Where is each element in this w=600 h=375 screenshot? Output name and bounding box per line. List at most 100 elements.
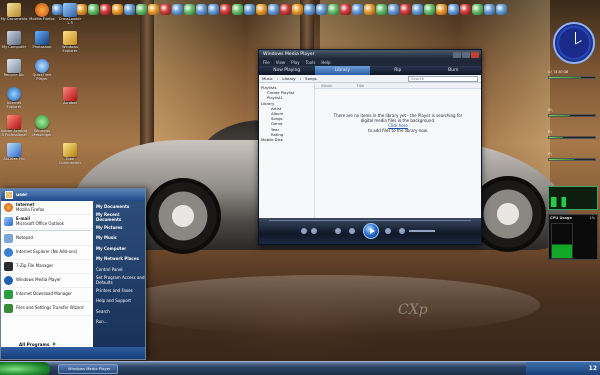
tab-rip[interactable]: Rip [370,66,426,75]
tab-now-playing[interactable]: Now Playing [259,66,315,75]
start-place-network-places[interactable]: My Network Places [93,254,145,265]
folder-icon [7,3,21,17]
chevron-right-icon: › [276,76,279,81]
start-place-program-access[interactable]: Set Program Access and Defaults [93,275,145,286]
chevron-right-icon: › [299,76,302,81]
desktop-icon[interactable]: Acrobat [56,87,84,115]
drive-usage-fill [549,77,582,78]
shuffle-button[interactable] [301,228,307,234]
menu-file[interactable]: File [263,60,270,65]
start-place-help[interactable]: Help and Support [93,296,145,307]
acrobat-icon [63,87,77,101]
desktop-icon[interactable]: Internet Explorer [0,87,28,115]
desktop-icon[interactable]: Adobe Acrobat 8 Professional [0,115,28,143]
desktop-icon[interactable]: My Documents [0,3,28,31]
menu-view[interactable]: View [276,60,286,65]
computer-icon [7,31,21,45]
minimize-button[interactable] [453,51,461,58]
desktop-icon[interactable]: Photoshop [28,31,56,59]
desktop-icon[interactable]: My Computer [0,31,28,59]
column-album[interactable]: Album [321,84,333,88]
start-place-recent-documents[interactable]: My Recent Documents [93,212,145,223]
tab-library[interactable]: Library [314,66,370,75]
play-button[interactable] [363,223,379,239]
desktop-icon[interactable]: ACDSee Pro [0,143,28,171]
drive-usage-fill [549,137,563,138]
start-place-printers[interactable]: Printers and Faxes [93,285,145,296]
menu-play[interactable]: Play [291,60,299,65]
mute-button[interactable] [399,228,405,234]
close-button[interactable] [471,51,479,58]
start-item-7zip[interactable]: 7-Zip File Manager [1,260,93,274]
acdsee-icon [7,143,21,157]
nav-item-mobile-disk[interactable]: Mobile Disk [261,137,312,142]
tab-burn[interactable]: Burn [426,66,482,75]
stop-button[interactable] [335,228,341,234]
drive-meter: D:\ [548,108,596,128]
maximize-button[interactable] [462,51,470,58]
start-place-run[interactable]: Run... [93,317,145,328]
desktop-icon[interactable]: Total Commander [56,143,84,171]
desktop-icon[interactable]: Windows Messenger [28,115,56,143]
breadcrumb-songs[interactable]: Songs [305,76,317,81]
start-place-control-panel[interactable]: Control Panel [93,264,145,275]
media-player-body: Playlists Create Playlist Playlist1 Libr… [259,83,481,218]
internet-explorer-icon [4,248,13,257]
start-item-notepad[interactable]: Notepad [1,232,93,246]
search-input[interactable]: Search [408,75,478,82]
top-dock[interactable] [52,0,532,18]
desktop-icon[interactable]: QuickTime Player [28,59,56,87]
start-item-ie-no-addons[interactable]: Internet Explorer (No Add-ons) [1,246,93,260]
quicktime-icon [35,59,49,73]
repeat-button[interactable] [311,228,317,234]
breadcrumb-music[interactable]: Music [262,76,273,81]
network-graph [551,197,595,207]
start-place-my-music[interactable]: My Music [93,233,145,244]
transfer-wizard-icon [4,304,13,313]
desktop-icon[interactable]: Recycle Bin [0,59,28,87]
start-menu: user Internet Mozilla Firefox E-mail Micro… [0,188,146,360]
menu-tools[interactable]: Tools [306,60,316,65]
start-item-internet[interactable]: Internet Mozilla Firefox [1,201,93,215]
media-player-window[interactable]: Windows Media Player File View Play Tool… [258,49,482,245]
start-place-my-documents[interactable]: My Documents [93,201,145,212]
taskbar-button-media-player[interactable]: Windows Media Player [58,363,118,374]
start-place-search[interactable]: Search [93,306,145,317]
breadcrumb-library[interactable]: Library [282,76,295,81]
network-meter-gadget [548,186,598,210]
start-place-my-pictures[interactable]: My Pictures [93,222,145,233]
start-place-my-computer[interactable]: My Computer [93,243,145,254]
drive-meter: F:\ [548,152,596,172]
start-item-media-player[interactable]: Windows Media Player [1,274,93,288]
desktop-icon[interactable]: Windows Explorer [56,31,84,59]
desktop-icon[interactable]: CrossLoader 1.5 [56,3,84,31]
start-button[interactable] [0,361,50,375]
clock-gadget [553,22,595,64]
menu-help[interactable]: Help [321,60,330,65]
tray-clock[interactable]: 12 [589,365,597,372]
media-player-titlebar[interactable]: Windows Media Player [259,50,481,59]
cpu-usage-gadget: CPU Usage 1% [548,214,598,260]
window-title: Windows Media Player [263,52,315,57]
start-item-download-manager[interactable]: Internet Download Manager [1,288,93,302]
drive-usage-bar [548,114,596,117]
cpu-graph [551,223,573,259]
previous-button[interactable] [349,228,355,234]
desktop-icon[interactable]: Mozilla Firefox [28,3,56,31]
start-menu-programs: Internet Mozilla Firefox E-mail Microsoft … [1,201,93,347]
start-item-email[interactable]: E-mail Microsoft Office Outlook [1,215,93,229]
acrobat-icon [7,115,21,129]
wallpaper-watermark: CXp [398,302,428,318]
start-item-transfer-wizard[interactable]: Files and Settings Transfer Wizard [1,302,93,316]
drive-usage-bar [548,136,596,139]
seek-bar[interactable] [269,220,471,221]
drive-meter: E:\ [548,130,596,150]
next-button[interactable] [385,228,391,234]
7zip-icon [4,262,13,271]
column-title[interactable]: Title [357,84,365,88]
empty-library-message: There are no items in the library yet - … [315,113,481,133]
taskbar: Windows Media Player 12 [0,361,600,375]
explorer-icon [63,31,77,45]
firefox-icon [4,203,13,212]
volume-slider[interactable] [409,230,435,232]
